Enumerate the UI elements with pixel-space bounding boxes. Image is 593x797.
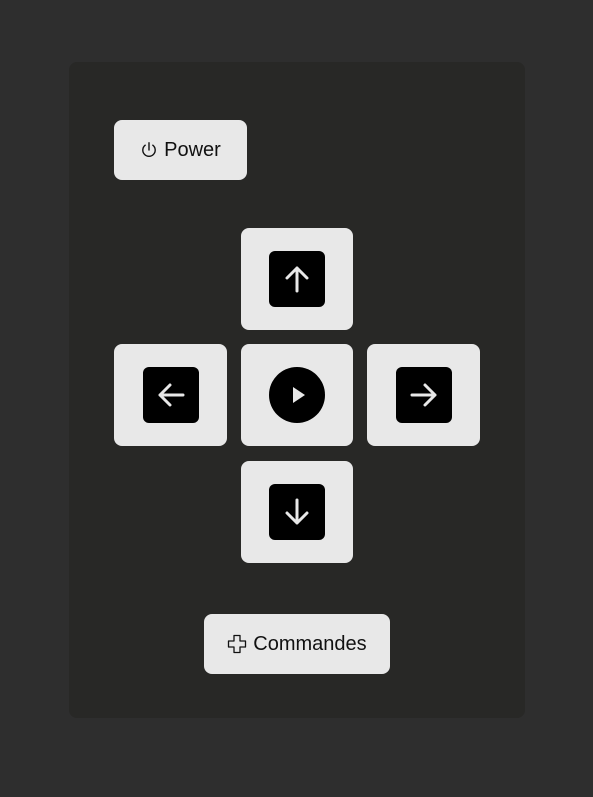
- power-label: Power: [164, 138, 221, 161]
- plus-cross-icon: [227, 634, 247, 654]
- arrow-left-icon: [142, 367, 199, 423]
- dpad-up-button[interactable]: [241, 228, 353, 330]
- power-icon: [140, 141, 158, 159]
- dpad-center-button[interactable]: [241, 344, 353, 446]
- arrow-down-icon: [269, 484, 325, 540]
- remote-panel: Power Commandes: [69, 62, 525, 718]
- arrow-right-icon: [395, 367, 452, 423]
- commands-button[interactable]: Commandes: [204, 614, 390, 674]
- dpad-down-button[interactable]: [241, 461, 353, 563]
- power-button[interactable]: Power: [114, 120, 247, 180]
- dpad-left-button[interactable]: [114, 344, 227, 446]
- dpad-right-button[interactable]: [367, 344, 480, 446]
- arrow-up-icon: [269, 251, 325, 307]
- commands-label: Commandes: [253, 632, 367, 655]
- play-icon: [269, 367, 325, 423]
